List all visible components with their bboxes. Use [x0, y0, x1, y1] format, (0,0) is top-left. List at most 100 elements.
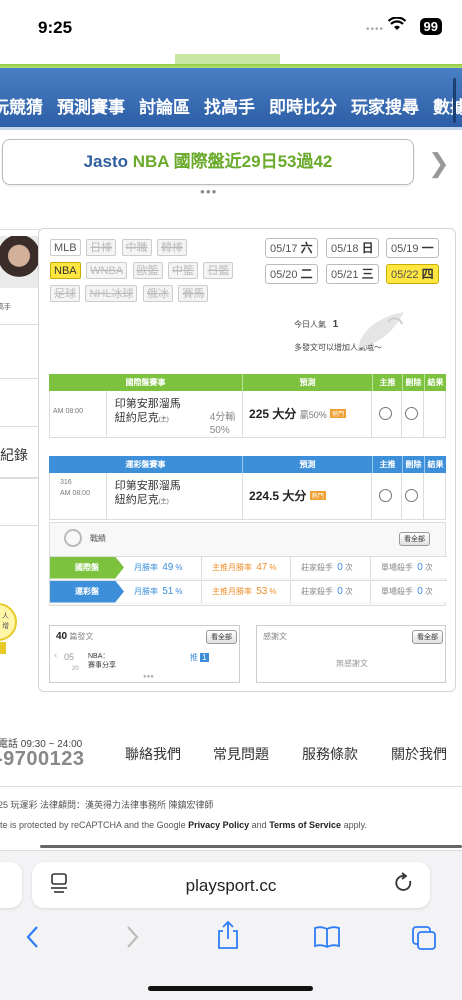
chevron-right-icon[interactable]: ❯ — [428, 148, 450, 179]
date-tab[interactable]: 05/17 六 — [265, 238, 318, 258]
left-menu-record-label: 紀錄 — [0, 447, 28, 463]
privacy-link[interactable]: Privacy Policy — [188, 820, 249, 830]
bookmarks-icon[interactable] — [312, 924, 342, 950]
reload-icon[interactable] — [393, 871, 415, 895]
lottery-table-header: 運彩盤賽事 預測 主推 刪除 結果 — [49, 456, 446, 473]
top-decoration — [175, 54, 280, 64]
lightbulb-icon: 人 增 — [0, 603, 17, 654]
game-time: AM 08:00 — [60, 490, 90, 497]
post-date: 05 20 — [64, 652, 79, 672]
hot-badge: 熱門 — [309, 491, 326, 500]
delete-radio[interactable] — [405, 407, 419, 420]
post-likes: 推 1 — [190, 653, 209, 662]
date-tab[interactable]: 05/21 三 — [326, 264, 379, 284]
service-phone[interactable]: -9700123 — [0, 748, 85, 771]
announcement-banner[interactable]: Jasto NBA 國際盤近29日53過42 — [2, 139, 414, 185]
signal-icon: •••• — [365, 24, 384, 35]
tabs-icon[interactable] — [410, 924, 438, 950]
record-view-all-button[interactable]: 看全部 — [399, 532, 430, 546]
sport-tab-mlb[interactable]: MLB — [50, 239, 81, 256]
sport-tab-kbo[interactable]: 韓棒 — [156, 239, 187, 256]
team-home: 紐約尼克(主) — [114, 412, 169, 424]
legal-text: 25 玩運彩 法律顧問：漢英得力法律事務所 陳鎮宏律師 — [0, 800, 214, 810]
footer-link-faq[interactable]: 常見問題 — [213, 744, 269, 764]
profile-label: 高手 — [0, 304, 11, 311]
team-away: 印第安那溜馬 — [114, 480, 181, 492]
terms-link[interactable]: Terms of Service — [269, 820, 341, 830]
carousel-indicator: ●●● — [200, 187, 218, 196]
nav-item-player-search[interactable]: 玩家搜尋 — [351, 93, 419, 118]
date-tab[interactable]: 05/18 日 — [326, 238, 379, 258]
sport-tab-soccer[interactable]: 足球 — [50, 285, 80, 302]
main-pick-radio[interactable] — [379, 407, 393, 420]
sport-tab-nba[interactable]: NBA — [50, 262, 81, 279]
lottery-table-row: 316 AM 08:00 印第安那溜馬 紐約尼克(主) 224.5 大分 熱門 — [49, 473, 446, 520]
page-scrollbar[interactable] — [40, 845, 462, 848]
team-away: 印第安那溜馬 — [114, 398, 181, 410]
battery-indicator: 99 — [419, 18, 442, 35]
sport-tab-npb[interactable]: 日棒 — [86, 239, 117, 256]
footer-link-about[interactable]: 關於我們 — [391, 744, 447, 764]
sport-tab-khl[interactable]: 俄冰 — [142, 285, 173, 302]
sport-tab-cn-basketball[interactable]: 中籃 — [167, 262, 198, 279]
sport-tab-wnba[interactable]: WNBA — [86, 262, 128, 279]
game-time: AM 08:00 — [53, 408, 83, 415]
captcha-notice: ite is protected by reCAPTCHA and the Go… — [0, 820, 367, 830]
sport-tab-horse-racing[interactable]: 賽馬 — [178, 285, 209, 302]
thanks-empty: 無感謝文 — [336, 659, 368, 668]
announcement-text: NBA 國際盤近29日53過42 — [132, 152, 333, 171]
avatar — [0, 236, 39, 288]
spread: 4分輸 — [209, 412, 236, 423]
spread-percent: 50% — [209, 425, 230, 436]
thanks-box: 感謝文 看全部 無感謝文 — [256, 625, 446, 683]
home-indicator — [148, 986, 313, 991]
date-tab[interactable]: 05/20 二 — [265, 264, 318, 284]
record-title: 戰績 — [90, 534, 106, 543]
thanks-view-all-button[interactable]: 看全部 — [412, 630, 443, 644]
chevron-left-icon[interactable]: ‹ — [54, 650, 57, 661]
record-row-intl: 國際盤 月勝率 49% 主推月勝率 47% 莊家殺手 0次 單場殺手 0次 — [50, 556, 447, 579]
profile-card[interactable]: 高手 — [0, 229, 42, 325]
footer-divider — [0, 786, 462, 787]
footer-link-terms[interactable]: 服務條款 — [302, 744, 358, 764]
leaf-decoration-icon — [358, 312, 404, 348]
footer-link-contact[interactable]: 聯絡我們 — [125, 744, 181, 764]
intl-table-header: 國際盤賽事 預測 主推 刪除 結果 — [49, 374, 446, 391]
left-menu-item[interactable] — [0, 378, 42, 426]
nav-scrollbar[interactable] — [453, 78, 456, 123]
sport-tab-euro-basketball[interactable]: 歐籃 — [132, 262, 163, 279]
left-menu-item[interactable] — [0, 478, 42, 526]
wifi-icon — [388, 17, 406, 30]
announcement-user: Jasto — [83, 152, 133, 171]
nav-item-play[interactable]: 玩競猜 — [0, 93, 43, 118]
sport-tabs: MLB 日棒 中職 韓棒 NBA WNBA 歐籃 中籃 日籃 足球 NHL冰球 … — [50, 238, 260, 307]
back-icon[interactable] — [23, 924, 43, 950]
share-icon[interactable] — [215, 920, 241, 950]
record-row-lottery: 運彩盤 月勝率 51% 主推月勝率 53% 莊家殺手 0次 單場殺手 0次 — [50, 580, 447, 603]
nav-item-data[interactable]: 數據 — [433, 93, 462, 118]
team-home: 紐約尼克(主) — [114, 494, 169, 506]
sport-tab-cpbl[interactable]: 中職 — [121, 239, 152, 256]
intl-table-row: AM 08:00 印第安那溜馬 紐約尼克(主) 4分輸 50% 225 大分 贏… — [49, 391, 446, 438]
popularity-today: 今日人氣 1 — [294, 319, 339, 330]
target-icon — [64, 529, 82, 547]
sport-tab-nhl[interactable]: NHL冰球 — [85, 285, 138, 302]
status-time: 9:25 — [38, 18, 73, 37]
main-nav: 玩競猜 預測賽事 討論區 找高手 即時比分 玩家搜尋 數據 — [0, 68, 462, 130]
prediction-cell: 225 大分 贏50% 熱門 — [249, 407, 347, 421]
nav-item-forum[interactable]: 討論區 — [139, 93, 190, 118]
nav-item-live-score[interactable]: 即時比分 — [269, 93, 337, 118]
game-number: 316 — [60, 479, 72, 486]
forward-icon[interactable] — [122, 924, 142, 950]
date-tab-selected[interactable]: 05/22 四 — [386, 264, 439, 284]
main-pick-radio[interactable] — [379, 489, 393, 502]
post-item[interactable]: NBA： 賽事分享 — [88, 652, 116, 670]
posts-title: 40 篇發文 — [56, 631, 94, 642]
nav-item-experts[interactable]: 找高手 — [204, 93, 255, 118]
posts-view-all-button[interactable]: 看全部 — [206, 630, 237, 644]
delete-radio[interactable] — [405, 489, 419, 502]
date-tab[interactable]: 05/19 一 — [386, 238, 439, 258]
nav-item-predict[interactable]: 預測賽事 — [57, 93, 125, 118]
record-section: 戰績 看全部 國際盤 月勝率 49% 主推月勝率 47% 莊家殺手 0次 單場殺… — [49, 522, 447, 606]
sport-tab-jp-basketball[interactable]: 日籃 — [203, 262, 234, 279]
